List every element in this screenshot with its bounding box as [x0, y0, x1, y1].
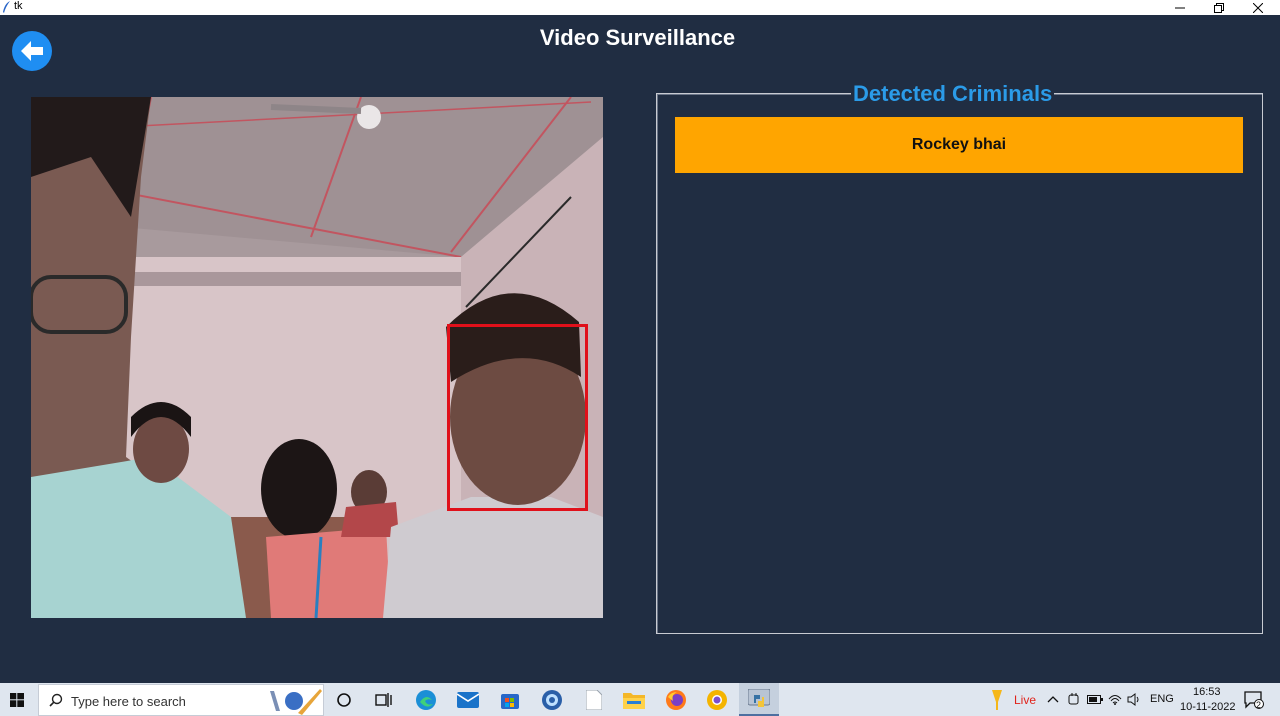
edge-button[interactable]	[406, 683, 446, 716]
mail-icon	[457, 691, 479, 708]
task-view-button[interactable]	[364, 683, 404, 716]
notepad-icon	[586, 689, 602, 710]
search-placeholder: Type here to search	[71, 694, 186, 709]
clock-date[interactable]: 10-11-2022	[1180, 701, 1235, 713]
close-icon	[1253, 2, 1263, 13]
highlight-marker-icon	[992, 690, 1002, 710]
restore-button[interactable]	[1201, 0, 1237, 15]
search-icon	[49, 693, 63, 707]
firefox-button[interactable]	[656, 683, 696, 716]
clock-time[interactable]: 16:53	[1193, 686, 1221, 698]
language-indicator[interactable]: ENG	[1150, 693, 1174, 705]
volume-icon[interactable]	[1127, 693, 1141, 706]
camera-feed	[31, 97, 603, 618]
edge-icon	[416, 689, 436, 710]
chevron-up-icon[interactable]	[1047, 695, 1059, 703]
detected-criminals-panel	[656, 93, 1263, 634]
live-label[interactable]: Live	[1014, 693, 1036, 707]
battery-icon[interactable]	[1087, 695, 1103, 704]
mail-button[interactable]	[448, 683, 488, 716]
minimize-icon	[1175, 7, 1185, 8]
page-title: Video Surveillance	[539, 25, 736, 50]
taskbar-search-box[interactable]: Type here to search	[38, 684, 324, 716]
cortana-button[interactable]	[324, 683, 364, 716]
camera-app-button[interactable]	[532, 683, 572, 716]
python-icon	[748, 688, 770, 707]
notepad-button[interactable]	[574, 683, 614, 716]
store-icon	[501, 693, 519, 709]
chrome-canary-button[interactable]	[697, 683, 737, 716]
wifi-icon[interactable]	[1108, 693, 1122, 705]
firefox-icon	[666, 689, 686, 710]
restore-icon	[1214, 2, 1224, 13]
face-detection-box	[447, 324, 588, 511]
chrome-canary-icon	[707, 689, 727, 710]
start-button[interactable]	[0, 683, 34, 716]
taskbar: Type here to search Live ENG 16:53 10-11…	[0, 683, 1280, 716]
camera-app-icon	[542, 689, 562, 710]
detected-criminal-item[interactable]: Rockey bhai	[675, 117, 1243, 173]
python-app-button[interactable]	[739, 683, 779, 716]
file-explorer-button[interactable]	[614, 683, 654, 716]
meet-now-icon[interactable]	[1068, 693, 1080, 706]
windows-logo-icon	[10, 692, 24, 707]
window-titlebar: tk	[0, 0, 1280, 15]
tk-feather-icon	[3, 1, 10, 13]
file-explorer-icon	[623, 692, 645, 709]
close-button[interactable]	[1240, 0, 1276, 15]
task-view-icon	[375, 692, 392, 707]
window-title: tk	[14, 0, 23, 12]
detected-criminals-title: Detected Criminals	[851, 80, 1055, 108]
search-highlight-icon	[270, 689, 322, 715]
minimize-button[interactable]	[1162, 0, 1198, 15]
notification-count: 2	[1256, 700, 1262, 710]
store-button[interactable]	[490, 683, 530, 716]
cortana-icon	[337, 692, 351, 707]
